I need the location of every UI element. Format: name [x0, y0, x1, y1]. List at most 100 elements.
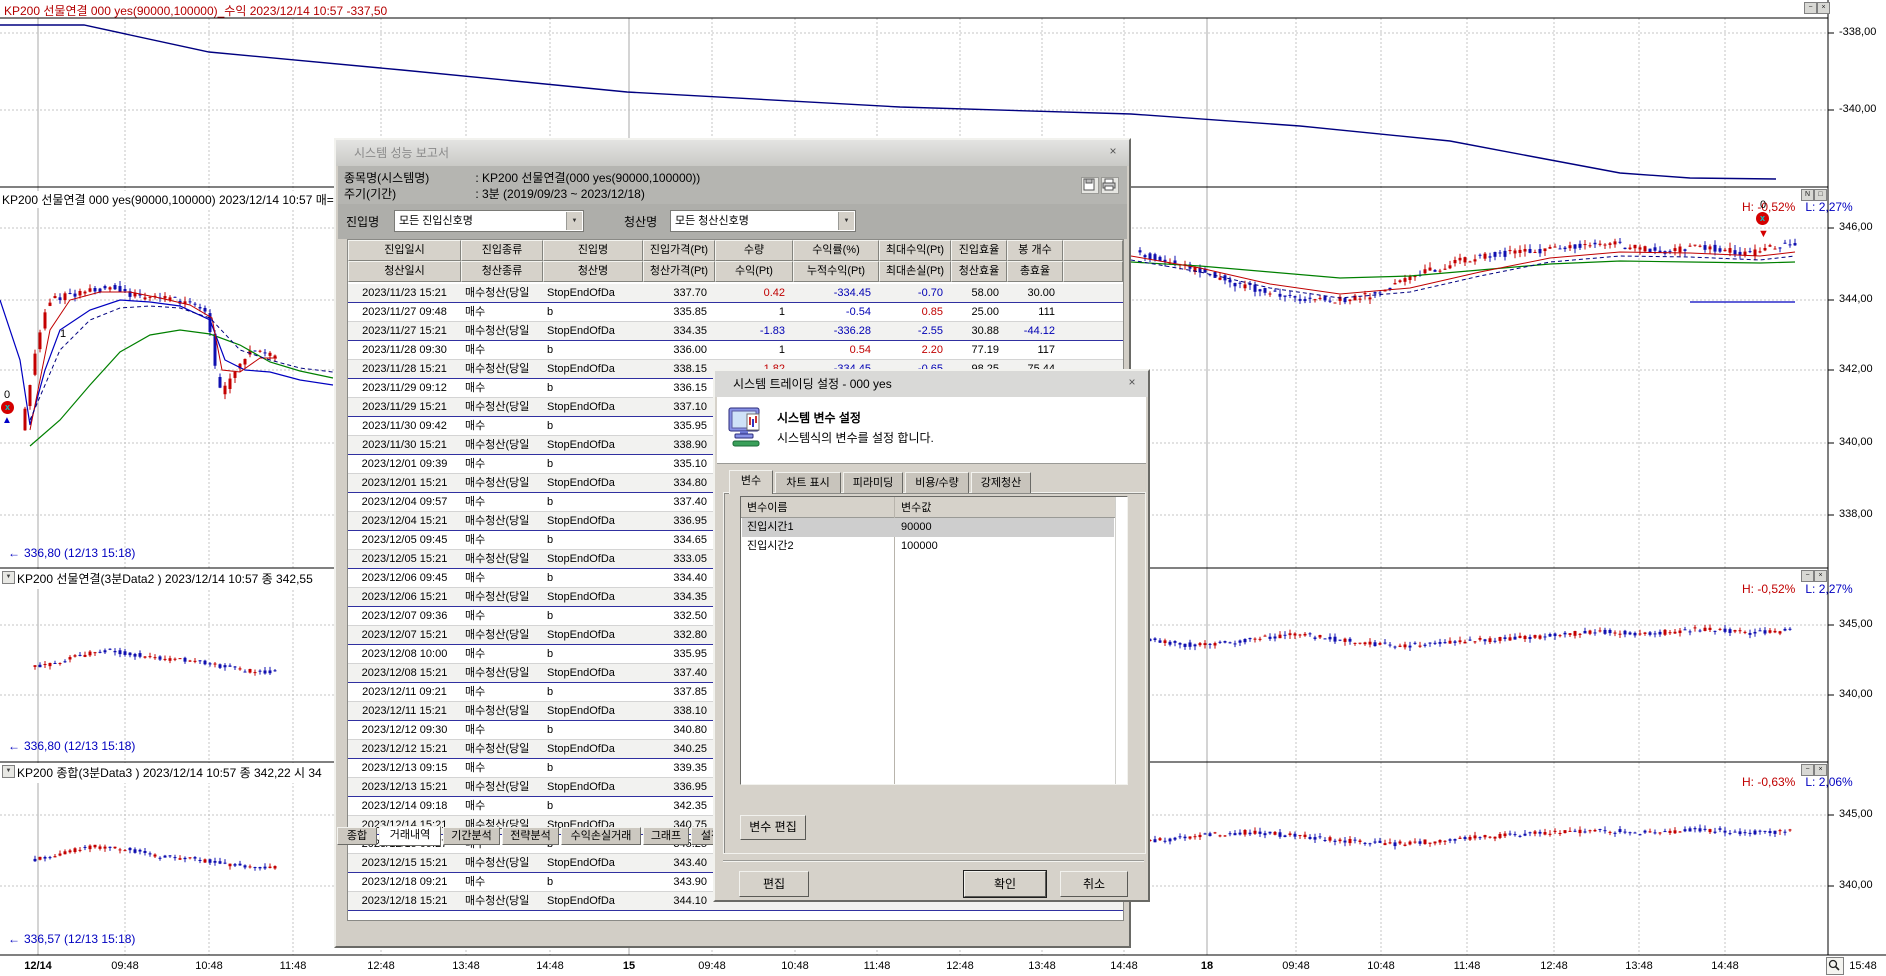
window-minimize-button[interactable]: −	[1804, 2, 1817, 14]
settings-tab-4[interactable]: 비용/수량	[905, 472, 969, 493]
ok-button[interactable]: 확인	[964, 871, 1046, 897]
entry-filter-combobox[interactable]: 모든 진입신호명 ▼	[394, 210, 584, 232]
chevron-down-icon[interactable]: ▼	[566, 212, 582, 230]
report-dialog-titlebar[interactable]: 시스템 성능 보고서 ×	[336, 140, 1129, 166]
table-cell: 334.80	[643, 474, 715, 492]
variables-listbox: 변수이름 변수값 진입시간190000진입시간2100000	[740, 496, 1128, 785]
price-tick-label: 340,00	[1839, 436, 1873, 448]
price-tick-label: 340,00	[1839, 879, 1873, 891]
table-column-header[interactable]: 진입가격(Pt)	[643, 240, 715, 261]
table-column-header[interactable]: 청산일시	[348, 261, 461, 282]
table-cell: -336.28	[793, 322, 879, 340]
collapse-icon[interactable]: ▼	[2, 571, 15, 584]
high-change-label: H: -0,63%	[1742, 775, 1795, 789]
table-row[interactable]: 2023/11/27 09:48매수b335.851-0.540.8525.00…	[348, 303, 1123, 322]
table-cell: 2023/12/08 10:00	[348, 645, 461, 663]
table-cell: 매수	[461, 341, 543, 359]
settings-tab-2[interactable]: 차트 표시	[775, 472, 841, 493]
table-cell: 343.90	[643, 873, 715, 891]
table-cell: 매수	[461, 379, 543, 397]
panel-close-button[interactable]: ×	[1814, 570, 1827, 582]
table-row[interactable]: 2023/11/27 15:21매수청산(당일StopEndOfDa334.35…	[348, 322, 1123, 341]
report-tab-3[interactable]: 기간분석	[443, 827, 500, 845]
report-tab-1[interactable]: 종합	[337, 827, 377, 845]
table-column-header[interactable]: 진입명	[543, 240, 643, 261]
zoom-magnifier-button[interactable]	[1826, 957, 1844, 975]
table-cell: 매수청산(당일	[461, 360, 543, 378]
table-cell: 338.10	[643, 702, 715, 720]
table-column-header-blank	[1063, 261, 1123, 282]
table-cell: 343.40	[643, 854, 715, 872]
data2-panel-title: KP200 선물연결(3분Data2 ) 2023/12/14 10:57 종 …	[17, 570, 317, 587]
table-column-header[interactable]: 청산가격(Pt)	[643, 261, 715, 282]
table-cell: 매수	[461, 873, 543, 891]
table-column-header[interactable]: 수익(Pt)	[715, 261, 793, 282]
price-flag-text: 336,80 (12/13 15:18)	[24, 546, 135, 560]
table-column-header[interactable]: 최대수익(Pt)	[879, 240, 951, 261]
table-column-header[interactable]: 청산종류	[461, 261, 543, 282]
price-flag-main: ←336,80 (12/13 15:18)	[8, 546, 135, 560]
report-dialog-title: 시스템 성능 보고서	[354, 146, 449, 160]
table-cell: b	[543, 683, 643, 701]
table-column-header[interactable]: 청산효율	[951, 261, 1007, 282]
settings-tab-5[interactable]: 강제청산	[971, 472, 1031, 493]
table-cell: 매수청산(당일	[461, 778, 543, 796]
print-icon[interactable]	[1101, 177, 1119, 194]
table-column-header[interactable]: 진입일시	[348, 240, 461, 261]
table-column-header[interactable]: 누적수익(Pt)	[793, 261, 879, 282]
table-row[interactable]: 2023/11/23 15:21매수청산(당일StopEndOfDa337.70…	[348, 284, 1123, 303]
close-icon[interactable]: ×	[1105, 144, 1121, 160]
collapse-icon[interactable]: ▼	[2, 765, 15, 778]
price-tick-label: -338,00	[1839, 26, 1876, 38]
exit-filter-combobox[interactable]: 모든 청산신호명 ▼	[670, 210, 856, 232]
cancel-button[interactable]: 취소	[1060, 871, 1128, 897]
table-cell: 매수청산(당일	[461, 854, 543, 872]
table-cell: 2023/12/18 15:21	[348, 892, 461, 910]
table-cell: 30.00	[1007, 284, 1063, 302]
left-arrow-icon: ←	[8, 739, 20, 753]
table-cell: 매수	[461, 797, 543, 815]
table-cell: 2023/12/18 09:21	[348, 873, 461, 891]
save-icon[interactable]	[1081, 177, 1099, 194]
edit-button[interactable]: 편집	[739, 871, 809, 897]
table-cell: -334.45	[793, 284, 879, 302]
time-tick-label: 09:48	[698, 960, 726, 972]
time-tick-label: 10:48	[1367, 960, 1395, 972]
report-tab-2[interactable]: 거래내역	[379, 826, 441, 846]
table-column-header[interactable]: 수량	[715, 240, 793, 261]
settings-tab-1[interactable]: 변수	[729, 470, 773, 494]
time-tick-label: 10:48	[195, 960, 223, 972]
chevron-down-icon[interactable]: ▼	[838, 212, 854, 230]
price-flag-data2: ←336,80 (12/13 15:18)	[8, 739, 135, 753]
table-cell: 매수	[461, 455, 543, 473]
edit-variable-button[interactable]: 변수 편집	[740, 815, 806, 840]
table-column-header[interactable]: 총효율	[1007, 261, 1063, 282]
variable-row[interactable]: 진입시간2100000	[742, 537, 1114, 556]
period-value: : 3분 (2019/09/23 ~ 2023/12/18)	[475, 187, 645, 201]
table-cell: -0.70	[879, 284, 951, 302]
table-column-header[interactable]: 청산명	[543, 261, 643, 282]
table-cell: StopEndOfDa	[543, 664, 643, 682]
window-close-button[interactable]: ×	[1817, 2, 1830, 14]
report-tab-5[interactable]: 수익손실거래	[561, 827, 641, 845]
table-column-header[interactable]: 수익률(%)	[793, 240, 879, 261]
scrollbar-gutter[interactable]	[1115, 497, 1116, 784]
report-tab-6[interactable]: 그래프	[643, 827, 689, 845]
data2-panel-header: ▼ KP200 선물연결(3분Data2 ) 2023/12/14 10:57 …	[0, 569, 334, 589]
table-cell: 337.40	[643, 493, 715, 511]
variable-row[interactable]: 진입시간190000	[742, 518, 1114, 537]
table-cell: b	[543, 645, 643, 663]
table-column-header[interactable]: 진입종류	[461, 240, 543, 261]
table-cell: 335.95	[643, 645, 715, 663]
table-column-header[interactable]: 봉 개수	[1007, 240, 1063, 261]
table-cell: 매수	[461, 531, 543, 549]
table-column-header[interactable]: 진입효율	[951, 240, 1007, 261]
table-cell: 342.35	[643, 797, 715, 815]
table-column-header[interactable]: 최대손실(Pt)	[879, 261, 951, 282]
settings-dialog-titlebar[interactable]: 시스템 트레이딩 설정 - 000 yes ×	[715, 371, 1148, 397]
table-row[interactable]: 2023/11/28 09:30매수b336.0010.542.2077.191…	[348, 341, 1123, 360]
close-icon[interactable]: ×	[1124, 375, 1140, 391]
report-tab-4[interactable]: 전략분석	[502, 827, 559, 845]
settings-tab-3[interactable]: 피라미딩	[843, 472, 903, 493]
panel-minimize-button[interactable]: −	[1801, 570, 1814, 582]
